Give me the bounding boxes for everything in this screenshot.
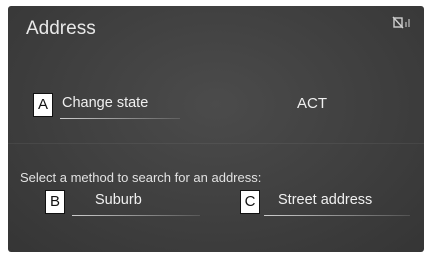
- screen-title: Address: [26, 18, 96, 39]
- change-state-button[interactable]: Change state: [62, 95, 148, 111]
- search-method-instruction: Select a method to search for an address…: [20, 170, 262, 185]
- address-screen: Address A Change state ACT Select a meth…: [8, 6, 424, 252]
- change-state-underline: [60, 118, 180, 119]
- section-divider: [8, 143, 424, 144]
- street-address-button[interactable]: Street address: [278, 192, 372, 208]
- callout-c-badge: C: [240, 190, 260, 214]
- callout-b-badge: B: [45, 190, 65, 214]
- suburb-underline: [72, 215, 200, 216]
- street-address-underline: [264, 215, 410, 216]
- callout-a-badge: A: [33, 93, 53, 117]
- current-state-value: ACT: [297, 95, 327, 112]
- suburb-button[interactable]: Suburb: [95, 192, 142, 208]
- no-signal-icon: [392, 15, 414, 31]
